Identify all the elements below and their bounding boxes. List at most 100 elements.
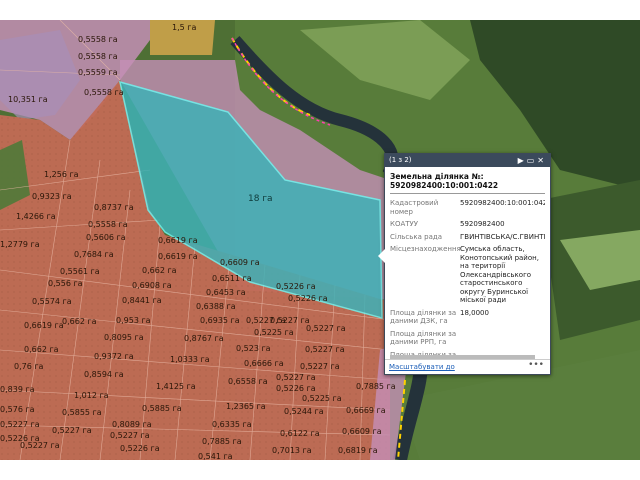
parcel-label[interactable]: 0,556 га (48, 279, 83, 288)
parcel-label[interactable]: 0,5226 га (288, 294, 328, 303)
parcel-label[interactable]: 0,839 га (0, 385, 35, 394)
parcel-label[interactable]: 1,012 га (74, 391, 109, 400)
parcel-label[interactable]: 0,5226 га (120, 444, 160, 453)
popup-field-row: Місцезнаходження Сумська область, Конотоп… (390, 245, 545, 305)
parcel-label[interactable]: 0,9372 га (94, 352, 134, 361)
parcel-label[interactable]: 0,8441 га (122, 296, 162, 305)
parcel-label[interactable]: 0,5227 га (300, 362, 340, 371)
parcel-label[interactable]: 0,6669 га (346, 406, 386, 415)
parcel-label[interactable]: 0,6558 га (228, 377, 268, 386)
popup-field-key: Площа ділянки за даними ДЗК, га (390, 308, 457, 326)
parcel-label[interactable]: 0,5855 га (62, 408, 102, 417)
parcel-label[interactable]: 0,5226 га (276, 384, 316, 393)
parcel-label[interactable]: 0,5227 га (20, 441, 60, 450)
popup-footer: Масштабувати до ••• (385, 359, 550, 374)
popup-field-key: Сільська рада (390, 232, 443, 241)
parcel-label[interactable]: 0,576 га (0, 405, 35, 414)
popup-header: (1 з 2) ▶▭✕ (385, 154, 550, 167)
parcel-label[interactable]: 0,662 га (62, 317, 97, 326)
parcel-label[interactable]: 0,5227 га (306, 324, 346, 333)
parcel-label[interactable]: 0,8737 га (94, 203, 134, 212)
parcel-label[interactable]: 0,6619 га (158, 252, 198, 261)
popup-pointer (378, 249, 385, 263)
parcel-label[interactable]: 1,256 га (44, 170, 79, 179)
parcel-label[interactable]: 0,5606 га (86, 233, 126, 242)
feature-popup[interactable]: (1 з 2) ▶▭✕ Земельна ділянка №: 59209824… (378, 153, 551, 375)
parcel-label[interactable]: 0,6819 га (338, 446, 378, 455)
parcel-label[interactable]: 0,5559 га (78, 68, 118, 77)
parcel-label[interactable]: 0,5227 га (276, 373, 316, 382)
parcel-label[interactable]: 0,6666 га (244, 359, 284, 368)
parcel-label[interactable]: 0,8594 га (84, 370, 124, 379)
parcel-label[interactable]: 0,5885 га (142, 404, 182, 413)
parcel-label[interactable]: 1,5 га (172, 23, 196, 32)
parcel-label[interactable]: 0,5225 га (302, 394, 342, 403)
parcel-label[interactable]: 0,6122 га (280, 429, 320, 438)
popup-field-value: 5920982400:10:001:0422 (460, 199, 545, 207)
parcel-label[interactable]: 0,5227 га (52, 426, 92, 435)
parcel-label[interactable]: 0,662 га (24, 345, 59, 354)
popup-field-value: ГВИНТІВСЬКА/С.ГВИНТІ (460, 232, 545, 241)
parcel-label[interactable]: 0,5558 га (78, 35, 118, 44)
parcel-label[interactable]: 0,7885 га (202, 437, 242, 446)
parcel-label[interactable]: 0,76 га (14, 362, 43, 371)
popup-field-key: КОАТУУ (390, 220, 419, 228)
parcel-label[interactable]: 0,6908 га (132, 281, 172, 290)
popup-field-value: 18,0000 (460, 308, 489, 317)
parcel-label[interactable]: 1,2365 га (226, 402, 266, 411)
parcel-label[interactable]: 0,9323 га (32, 192, 72, 201)
parcel-label[interactable]: 0,6511 га (212, 274, 252, 283)
selected-parcel-label[interactable]: 18 га (248, 194, 273, 204)
parcel-label[interactable]: 0,8089 га (112, 420, 152, 429)
parcel-label[interactable]: 0,5227 га (0, 420, 40, 429)
parcel-label[interactable]: 0,541 га (198, 452, 233, 460)
parcel-label[interactable]: 0,7013 га (272, 446, 312, 455)
parcel-label[interactable]: 0,8767 га (184, 334, 224, 343)
more-icon[interactable]: ••• (528, 358, 544, 372)
parcel-label[interactable]: 1,4125 га (156, 382, 196, 391)
parcel-label[interactable]: 0,5227 га (305, 345, 345, 354)
close-icon[interactable]: ✕ (537, 156, 547, 165)
parcel-label[interactable]: 0,6453 га (206, 288, 246, 297)
parcel-label[interactable]: 1,2779 га (0, 240, 40, 249)
popup-field-key: Площа ділянки за даними РРП, га (390, 329, 457, 347)
parcel-label[interactable]: 0,7684 га (74, 250, 114, 259)
parcel-label[interactable]: 0,6609 га (342, 427, 382, 436)
parcel-label[interactable]: 0,6935 га (200, 316, 240, 325)
parcel-label[interactable]: 0,6335 га (212, 420, 252, 429)
parcel-label[interactable]: 0,7885 га (356, 382, 396, 391)
parcel-label[interactable]: 0,5225 га (254, 328, 294, 337)
parcel-label[interactable]: 0,5558 га (84, 88, 124, 97)
parcel-label[interactable]: 0,662 га (142, 266, 177, 275)
parcel-label[interactable]: 10,351 га (8, 95, 48, 104)
parcel-label[interactable]: 0,6619 га (24, 321, 64, 330)
popup-body[interactable]: Земельна ділянка №: 5920982400:10:001:04… (385, 167, 550, 355)
popup-field-row: КОАТУУ 5920982400 (390, 220, 545, 229)
parcel-label[interactable]: 0,8095 га (104, 333, 144, 342)
popup-field-row: Площа ділянки за даними РРП, га (390, 330, 545, 347)
zoom-to-link[interactable]: Масштабувати до (389, 363, 455, 371)
popup-field-key: Місцезнаходження (390, 245, 461, 253)
parcel-label[interactable]: 0,5227 га (110, 431, 150, 440)
popup-field-row: Сільська рада ГВИНТІВСЬКА/С.ГВИНТІ (390, 233, 545, 242)
parcel-label[interactable]: 0,5558 га (78, 52, 118, 61)
parcel-label[interactable]: 0,5226 га (276, 282, 316, 291)
parcel-label[interactable]: 0,6388 га (196, 302, 236, 311)
parcel-label[interactable]: 0,5227 га (270, 316, 310, 325)
popup-field-key: Кадастровий номер (390, 199, 439, 216)
popup-fields: Кадастровий номер 5920982400:10:001:0422 К… (390, 199, 545, 355)
maximize-icon[interactable]: ▭ (527, 156, 538, 165)
parcel-label[interactable]: 1,4266 га (16, 212, 56, 221)
parcel-label[interactable]: 0,6609 га (220, 258, 260, 267)
parcel-label[interactable]: 0,6619 га (158, 236, 198, 245)
parcel-label[interactable]: 0,523 га (236, 344, 271, 353)
play-icon[interactable]: ▶ (518, 156, 527, 165)
parcel-label[interactable]: 0,953 га (116, 316, 151, 325)
map[interactable]: 0,5558 га 0,5558 га 0,5559 га 0,5558 га 10,3… (0, 0, 640, 480)
parcel-label[interactable]: 1,0333 га (170, 355, 210, 364)
parcel-label[interactable]: 0,5558 га (88, 220, 128, 229)
parcel-label[interactable]: 0,5561 га (60, 267, 100, 276)
parcel-label[interactable]: 0,5574 га (32, 297, 72, 306)
popup-counter: (1 з 2) (389, 156, 412, 164)
parcel-label[interactable]: 0,5244 га (284, 407, 324, 416)
